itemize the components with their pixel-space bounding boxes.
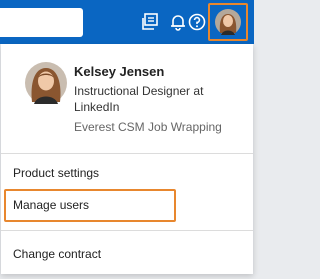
avatar bbox=[215, 9, 241, 35]
menu-divider bbox=[1, 230, 253, 231]
product-settings-item[interactable]: Product settings bbox=[13, 166, 99, 180]
manage-users-item[interactable]: Manage users bbox=[13, 198, 89, 212]
menu-divider bbox=[1, 153, 253, 154]
change-contract-item[interactable]: Change contract bbox=[13, 247, 101, 261]
help-icon[interactable] bbox=[185, 10, 209, 34]
profile-title: Instructional Designer at LinkedIn bbox=[74, 84, 204, 114]
profile-name: Kelsey Jensen bbox=[74, 64, 165, 79]
messaging-icon[interactable] bbox=[138, 10, 162, 34]
account-dropdown-menu: Kelsey Jensen Instructional Designer at … bbox=[1, 44, 253, 274]
search-input[interactable] bbox=[0, 8, 83, 37]
profile-avatar-button[interactable] bbox=[208, 3, 248, 41]
profile-company: Everest CSM Job Wrapping bbox=[74, 120, 222, 134]
top-navigation-bar bbox=[0, 0, 254, 44]
profile-summary[interactable]: Kelsey Jensen Instructional Designer at … bbox=[1, 44, 253, 147]
profile-photo bbox=[25, 62, 67, 104]
